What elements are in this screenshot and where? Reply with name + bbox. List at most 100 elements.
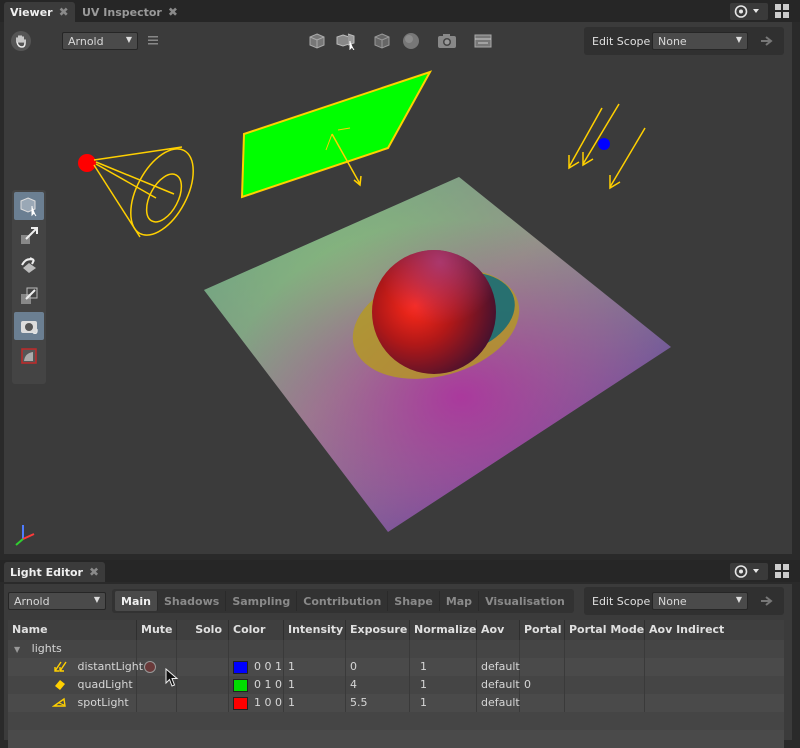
edit-scope-dropdown[interactable]: None ▼ xyxy=(652,32,748,50)
viewport[interactable]: Arnold ▼ Edit Scope None ▼ xyxy=(4,22,792,554)
exposure-cell[interactable]: 4 xyxy=(346,676,410,694)
select-cube-icon xyxy=(20,197,37,217)
camera-tool-button[interactable] xyxy=(14,312,44,340)
tab-map[interactable]: Map xyxy=(440,591,480,611)
scale-tool-button[interactable] xyxy=(14,282,44,310)
portal-cell[interactable]: 0 xyxy=(520,676,565,694)
color-cell[interactable]: 0 0 1 xyxy=(229,658,284,676)
renderer-dropdown[interactable]: Arnold ▼ xyxy=(62,32,138,50)
tab-visualisation[interactable]: Visualisation xyxy=(479,591,571,611)
normalize-cell[interactable]: 1 xyxy=(410,694,477,712)
column-color[interactable]: Color xyxy=(229,620,284,640)
close-icon[interactable]: ✖ xyxy=(89,565,99,579)
aov-cell[interactable]: default xyxy=(477,658,520,676)
layout-menu-button[interactable] xyxy=(730,3,768,20)
grid-layout-icon[interactable] xyxy=(775,564,789,578)
color-swatch[interactable] xyxy=(233,696,248,710)
name-cell: quadLight xyxy=(8,676,137,694)
tab-viewer[interactable]: Viewer ✖ xyxy=(4,2,75,22)
grid-display-icon[interactable] xyxy=(472,30,494,52)
arrow-right-icon[interactable] xyxy=(760,35,774,50)
column-portal[interactable]: Portal xyxy=(520,620,565,640)
portal-mode-cell[interactable] xyxy=(565,694,645,712)
exposure-cell[interactable]: 5.5 xyxy=(346,694,410,712)
normalize-cell[interactable]: 1 xyxy=(410,658,477,676)
layout-menu-button[interactable] xyxy=(730,563,768,580)
portal-mode-cell[interactable] xyxy=(565,676,645,694)
aov-cell[interactable]: default xyxy=(477,676,520,694)
normalize-cell[interactable]: 1 xyxy=(410,676,477,694)
mute-cell[interactable] xyxy=(137,694,177,712)
color-cell[interactable]: 1 0 0 xyxy=(229,694,284,712)
solo-cell[interactable] xyxy=(177,694,229,712)
chevron-down-icon: ▼ xyxy=(735,595,742,604)
select-tool-button[interactable] xyxy=(14,192,44,220)
column-intensity[interactable]: Intensity xyxy=(284,620,346,640)
rotate-tool-button[interactable] xyxy=(14,252,44,280)
portal-cell[interactable] xyxy=(520,658,565,676)
exposure-cell[interactable]: 0 xyxy=(346,658,410,676)
tab-uv-inspector[interactable]: UV Inspector ✖ xyxy=(76,2,184,22)
edit-scope-value: None xyxy=(658,34,687,48)
column-exposure[interactable]: Exposure xyxy=(346,620,410,640)
portal-mode-cell[interactable] xyxy=(565,658,645,676)
intensity-cell[interactable]: 1 xyxy=(284,658,346,676)
table-row-spot-light[interactable]: spotLight 1 0 0 1 5.5 1 default xyxy=(8,694,784,712)
column-aov[interactable]: Aov xyxy=(477,620,520,640)
column-aov-indirect[interactable]: Aov Indirect xyxy=(645,620,784,640)
arrow-right-icon[interactable] xyxy=(760,595,774,610)
wireframe-cube-icon[interactable] xyxy=(371,30,393,52)
color-cell[interactable]: 0 1 0 xyxy=(229,676,284,694)
tab-shadows[interactable]: Shadows xyxy=(158,591,227,611)
group-exposure-cell xyxy=(346,640,410,658)
light-editor-renderer-dropdown[interactable]: Arnold ▼ xyxy=(8,592,106,610)
target-icon xyxy=(734,5,759,18)
color-swatch[interactable] xyxy=(233,660,248,674)
tab-main[interactable]: Main xyxy=(115,591,158,611)
pan-hand-icon[interactable] xyxy=(10,30,32,52)
tab-light-editor[interactable]: Light Editor ✖ xyxy=(4,562,106,582)
solo-cell[interactable] xyxy=(177,676,229,694)
table-row-quad-light[interactable]: quadLight 0 1 0 1 4 1 default 0 xyxy=(8,676,784,694)
expand-triangle-icon[interactable]: ▼ xyxy=(14,645,20,654)
spot-light-gizmo[interactable] xyxy=(78,139,206,245)
quad-light-gizmo[interactable] xyxy=(240,70,433,199)
translate-tool-button[interactable] xyxy=(14,222,44,250)
shaded-sphere-icon[interactable] xyxy=(400,30,422,52)
aov-cell[interactable]: default xyxy=(477,694,520,712)
selection-mode-icon[interactable] xyxy=(335,30,357,52)
distant-light-gizmo[interactable] xyxy=(568,103,646,190)
table-header: Name Mute Solo Color Intensity Exposure … xyxy=(8,620,784,640)
shading-cube-icon[interactable] xyxy=(306,30,328,52)
column-solo[interactable]: Solo xyxy=(177,620,229,640)
column-name[interactable]: Name xyxy=(8,620,137,640)
mute-toggle-icon[interactable] xyxy=(143,660,157,674)
scene-canvas[interactable] xyxy=(4,22,792,554)
tab-sampling[interactable]: Sampling xyxy=(226,591,298,611)
camera-icon[interactable] xyxy=(436,30,458,52)
column-normalize[interactable]: Normalize xyxy=(410,620,477,640)
chevron-down-icon: ▼ xyxy=(93,595,100,604)
column-portal-mode[interactable]: Portal Mode xyxy=(565,620,645,640)
portal-cell[interactable] xyxy=(520,694,565,712)
table-row-distant-light[interactable]: distantLight 0 0 1 1 0 1 default xyxy=(8,658,784,676)
menu-icon[interactable] xyxy=(148,35,158,45)
edit-scope-value: None xyxy=(658,594,687,608)
close-icon[interactable]: ✖ xyxy=(168,5,178,19)
color-swatch[interactable] xyxy=(233,678,248,692)
close-icon[interactable]: ✖ xyxy=(59,5,69,19)
grid-layout-icon[interactable] xyxy=(775,4,789,18)
scale-icon xyxy=(21,287,38,304)
intensity-cell[interactable]: 1 xyxy=(284,676,346,694)
intensity-cell[interactable]: 1 xyxy=(284,694,346,712)
column-mute[interactable]: Mute xyxy=(137,620,177,640)
crop-tool-button[interactable] xyxy=(14,342,44,370)
group-mute-cell xyxy=(137,640,177,658)
edit-scope-dropdown[interactable]: None ▼ xyxy=(652,592,748,610)
tab-shape[interactable]: Shape xyxy=(388,591,440,611)
color-value: 0 1 0 xyxy=(254,678,282,691)
tab-contribution[interactable]: Contribution xyxy=(297,591,389,611)
table-row-group[interactable]: ▼ lights xyxy=(8,640,784,658)
solo-cell[interactable] xyxy=(177,658,229,676)
name-cell: spotLight xyxy=(8,694,137,712)
